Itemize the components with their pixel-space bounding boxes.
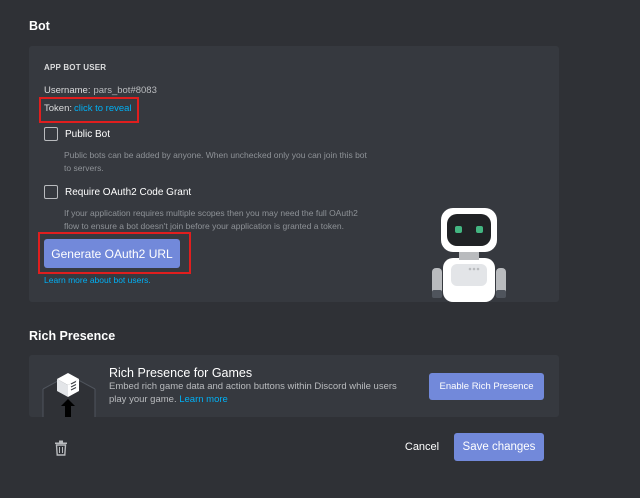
public-bot-label: Public Bot	[65, 128, 111, 140]
rich-presence-card: Rich Presence for Games Embed rich game …	[29, 355, 559, 417]
cube-illustration-icon	[42, 373, 96, 417]
oauth-grant-description: If your application requires multiple sc…	[64, 208, 358, 231]
token-row: Token: click to reveal	[44, 103, 132, 114]
rich-presence-description-text: Embed rich game data and action buttons …	[109, 381, 397, 405]
username-row: Username: pars_bot#8083	[44, 85, 157, 96]
rich-presence-learn-more-link[interactable]: Learn more	[179, 394, 228, 405]
rich-presence-section-title: Rich Presence	[29, 329, 116, 343]
bot-section-title: Bot	[29, 19, 50, 33]
rich-presence-description: Embed rich game data and action buttons …	[109, 380, 409, 406]
save-changes-button[interactable]: Save changes	[454, 433, 544, 461]
oauth-grant-option[interactable]: Require OAuth2 Code Grant	[44, 185, 191, 199]
bot-card: APP BOT USER Username: pars_bot#8083 Toke…	[29, 46, 559, 302]
username-value: pars_bot#8083	[93, 85, 157, 96]
token-label: Token:	[44, 103, 72, 114]
trash-icon[interactable]	[54, 440, 68, 456]
learn-more-bot-users-link[interactable]: Learn more about bot users.	[44, 275, 151, 285]
generate-oauth2-url-button[interactable]: Generate OAuth2 URL	[44, 239, 180, 268]
rich-presence-title: Rich Presence for Games	[109, 366, 253, 380]
app-bot-user-heading: APP BOT USER	[44, 63, 107, 72]
enable-rich-presence-button[interactable]: Enable Rich Presence	[429, 373, 544, 400]
public-bot-option[interactable]: Public Bot	[44, 127, 110, 141]
cancel-button[interactable]: Cancel	[396, 438, 448, 456]
username-label: Username:	[44, 85, 91, 96]
robot-illustration-icon	[432, 208, 506, 302]
oauth-grant-label: Require OAuth2 Code Grant	[65, 186, 192, 198]
public-bot-description: Public bots can be added by anyone. When…	[64, 150, 367, 173]
oauth-grant-checkbox[interactable]	[44, 185, 58, 199]
public-bot-checkbox[interactable]	[44, 127, 58, 141]
reveal-token-link[interactable]: click to reveal	[74, 103, 132, 114]
